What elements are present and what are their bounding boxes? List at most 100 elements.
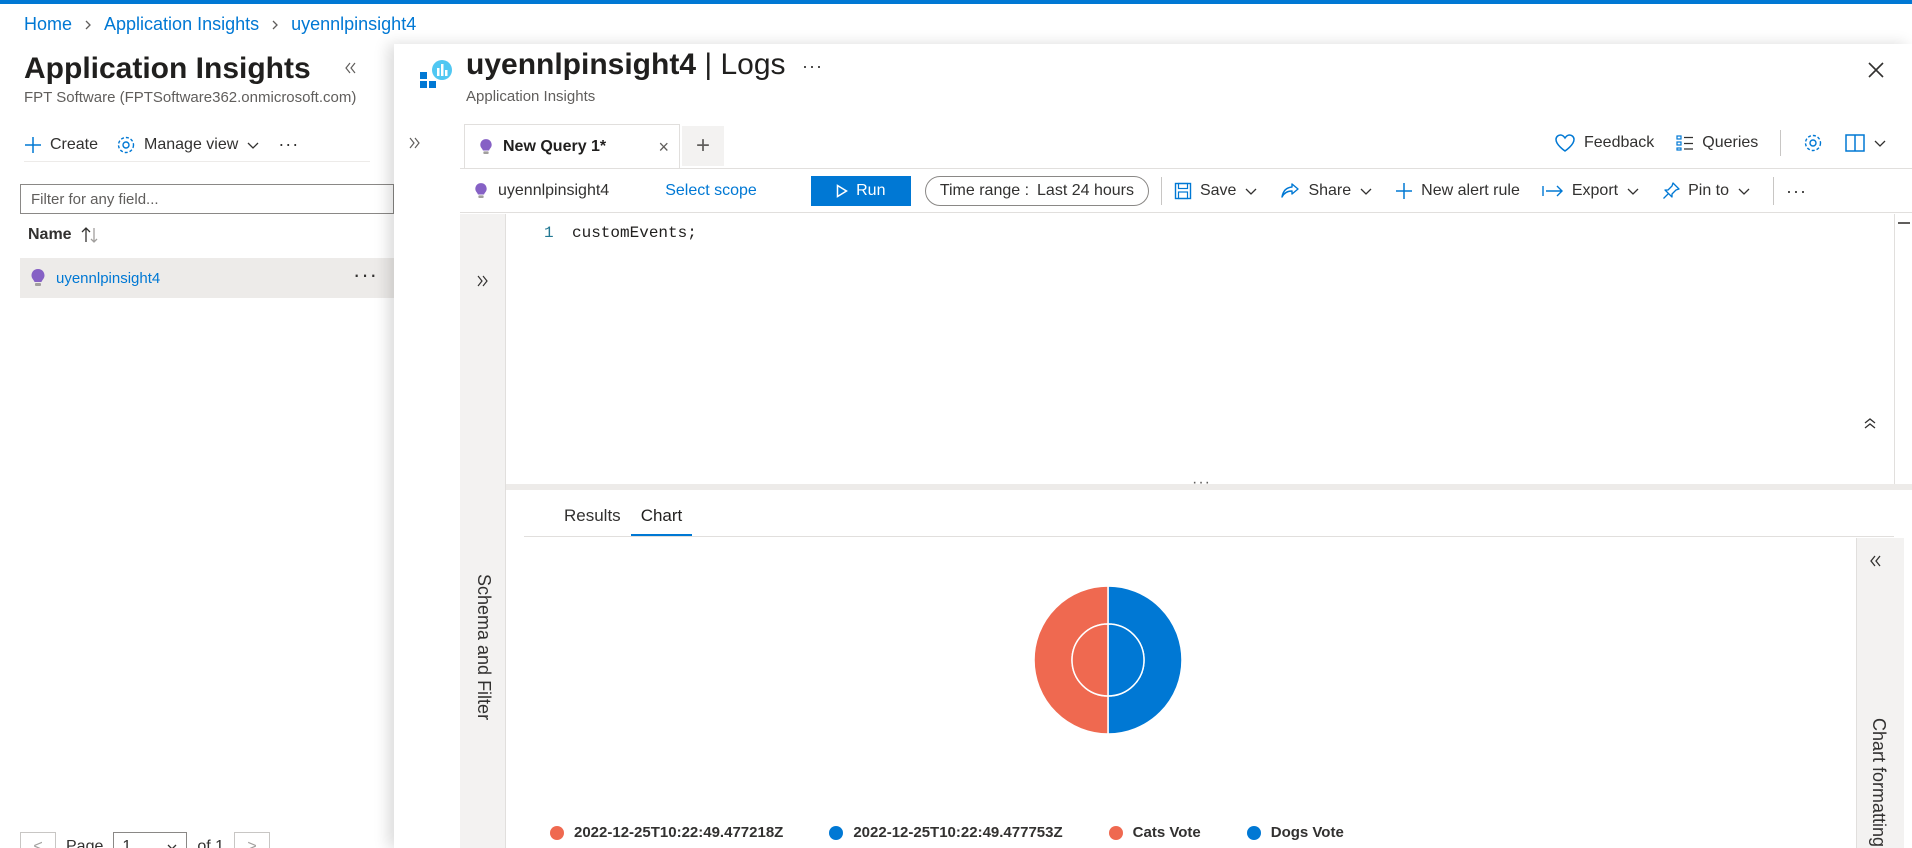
close-icon[interactable] bbox=[1866, 60, 1886, 80]
filter-input[interactable] bbox=[20, 184, 394, 214]
legend-label: 2022-12-25T10:22:49.477753Z bbox=[853, 824, 1063, 841]
close-tab-icon[interactable]: × bbox=[658, 137, 669, 158]
chevron-down-icon bbox=[1360, 188, 1372, 195]
gear-icon bbox=[117, 136, 135, 153]
chevron-right-icon bbox=[272, 20, 279, 29]
page-value: 1 bbox=[122, 838, 132, 848]
results-tabs-underline bbox=[524, 536, 1894, 537]
query-toolbar: uyennlpinsight4 Select scope Run Time ra… bbox=[460, 170, 1912, 212]
page-label: Page bbox=[66, 838, 104, 848]
breadcrumb-app-insights[interactable]: Application Insights bbox=[104, 14, 259, 35]
chevron-down-icon bbox=[1245, 188, 1257, 195]
collapse-left-icon[interactable] bbox=[1867, 554, 1883, 568]
share-label: Share bbox=[1308, 182, 1352, 199]
collapse-up-icon[interactable] bbox=[1862, 416, 1878, 430]
tab-new-query-1[interactable]: New Query 1* × bbox=[464, 124, 680, 168]
prev-page-button[interactable]: < bbox=[20, 832, 56, 848]
create-button[interactable]: Create bbox=[24, 136, 98, 154]
results-tabs: Results Chart bbox=[554, 500, 693, 536]
legend-item[interactable]: 2022-12-25T10:22:49.477753Z bbox=[829, 824, 1063, 841]
time-range-value: Last 24 hours bbox=[1037, 182, 1134, 199]
settings-gear-icon[interactable] bbox=[1803, 133, 1823, 153]
logs-logo-icon bbox=[420, 60, 452, 88]
expand-right-icon[interactable] bbox=[408, 136, 422, 150]
new-alert-rule-label: New alert rule bbox=[1421, 182, 1520, 199]
column-header-label: Name bbox=[28, 226, 72, 243]
select-scope-link[interactable]: Select scope bbox=[665, 182, 757, 200]
legend-label: 2022-12-25T10:22:49.477218Z bbox=[574, 824, 784, 841]
breadcrumb-home[interactable]: Home bbox=[24, 14, 72, 35]
chart-formatting-label: Chart formatting bbox=[1869, 718, 1889, 848]
breadcrumb-resource[interactable]: uyennlpinsight4 bbox=[291, 14, 416, 35]
legend-label: Dogs Vote bbox=[1270, 824, 1344, 841]
plus-icon bbox=[25, 136, 41, 153]
export-button[interactable]: Export bbox=[1542, 182, 1640, 200]
toolbar-more-icon[interactable]: ··· bbox=[1786, 181, 1807, 202]
query-editor[interactable]: 1 customEvents; bbox=[506, 214, 1898, 484]
right-tools: Feedback Queries bbox=[1554, 130, 1887, 156]
legend-label: Cats Vote bbox=[1132, 824, 1201, 841]
chart-area: 2022-12-25T10:22:49.477218Z 2022-12-25T10… bbox=[524, 538, 1850, 848]
export-label: Export bbox=[1571, 182, 1619, 199]
resource-link[interactable]: uyennlpinsight4 bbox=[56, 270, 160, 287]
chevron-right-icon bbox=[85, 20, 91, 29]
logs-blade: uyennlpinsight4 | Logs Application Insig… bbox=[394, 44, 1912, 848]
tab-results[interactable]: Results bbox=[554, 500, 631, 536]
app-insights-bulb-icon bbox=[480, 138, 492, 154]
blade-more-icon[interactable]: ··· bbox=[802, 56, 823, 77]
tab-divider bbox=[460, 168, 1912, 169]
time-range-picker[interactable]: Time range : Last 24 hours bbox=[924, 176, 1149, 206]
breadcrumb: Home Application Insights uyennlpinsight… bbox=[24, 14, 416, 35]
feedback-button[interactable]: Feedback bbox=[1554, 133, 1654, 153]
editor-scroll-marker bbox=[1898, 222, 1910, 224]
toolbar-divider bbox=[1773, 177, 1775, 205]
new-alert-rule-button[interactable]: New alert rule bbox=[1395, 182, 1520, 200]
schema-filter-panel[interactable]: Schema and Filter bbox=[460, 214, 506, 848]
resource-list-blade: Application Insights FPT Software (FPTSo… bbox=[0, 44, 394, 848]
blade-title-suffix: | Logs bbox=[696, 48, 786, 81]
app-insights-bulb-icon bbox=[31, 269, 45, 286]
toolbar-underline bbox=[460, 212, 1912, 213]
query-code[interactable]: customEvents; bbox=[572, 224, 697, 242]
export-icon bbox=[1542, 185, 1563, 197]
editor-scrollbar[interactable] bbox=[1894, 214, 1912, 484]
manage-view-label: Manage view bbox=[144, 135, 239, 153]
legend-item[interactable]: 2022-12-25T10:22:49.477218Z bbox=[550, 824, 783, 841]
queries-button[interactable]: Queries bbox=[1676, 134, 1758, 152]
chart-legend: 2022-12-25T10:22:49.477218Z 2022-12-25T10… bbox=[550, 824, 1344, 841]
chevron-down-icon bbox=[167, 844, 177, 848]
share-button[interactable]: Share bbox=[1280, 182, 1373, 200]
more-options-icon[interactable]: ··· bbox=[278, 134, 299, 155]
portal-top-accent bbox=[0, 0, 1912, 4]
chevron-down-icon bbox=[1738, 188, 1750, 195]
column-header-name[interactable]: Name bbox=[28, 226, 100, 244]
chevron-down-icon bbox=[1874, 140, 1886, 147]
expand-right-icon[interactable] bbox=[476, 274, 490, 288]
add-tab-button[interactable]: + bbox=[682, 126, 724, 166]
book-menu-button[interactable] bbox=[1845, 134, 1887, 152]
schema-filter-label: Schema and Filter bbox=[474, 574, 494, 721]
page-select[interactable]: 1 bbox=[113, 832, 188, 848]
manage-view-button[interactable]: Manage view bbox=[116, 135, 260, 155]
chart-formatting-panel[interactable]: Chart formatting bbox=[1856, 538, 1904, 848]
blade-subtitle: Application Insights bbox=[466, 88, 596, 105]
legend-item[interactable]: Cats Vote bbox=[1108, 824, 1201, 841]
collapse-left-icon[interactable] bbox=[342, 60, 358, 76]
queries-list-icon bbox=[1676, 135, 1694, 151]
run-button[interactable]: Run bbox=[810, 176, 911, 206]
pin-to-button[interactable]: Pin to bbox=[1662, 182, 1751, 200]
toolbar-divider bbox=[1780, 130, 1782, 156]
sort-icon bbox=[81, 227, 98, 243]
tab-chart[interactable]: Chart bbox=[630, 500, 693, 536]
legend-swatch bbox=[550, 825, 564, 840]
blade-title-resource: uyennlpinsight4 bbox=[466, 48, 697, 81]
line-number: 1 bbox=[544, 224, 554, 242]
legend-swatch bbox=[1246, 825, 1261, 840]
scope-name: uyennlpinsight4 bbox=[498, 182, 610, 199]
next-page-button[interactable]: > bbox=[234, 832, 271, 848]
legend-item[interactable]: Dogs Vote bbox=[1246, 824, 1344, 841]
save-button[interactable]: Save bbox=[1174, 182, 1258, 200]
list-item[interactable]: uyennlpinsight4 ··· bbox=[20, 258, 394, 298]
row-more-icon[interactable]: ··· bbox=[353, 264, 378, 286]
splitter-handle-icon[interactable]: ··· bbox=[1192, 474, 1211, 492]
